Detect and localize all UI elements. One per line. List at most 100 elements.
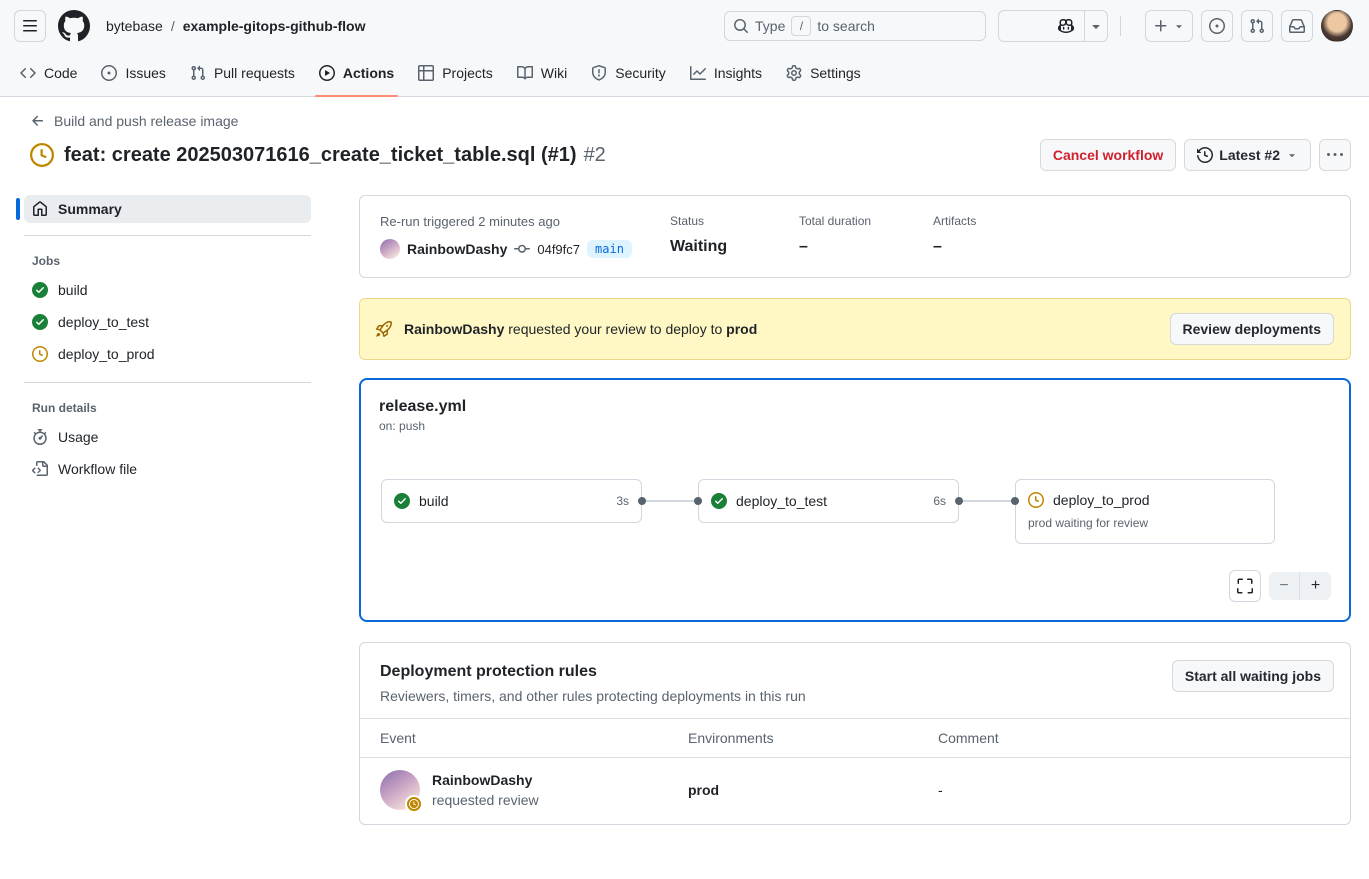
review-deployments-button[interactable]: Review deployments: [1170, 313, 1335, 345]
artifacts-label: Artifacts: [933, 214, 976, 228]
run-options-button[interactable]: [1319, 139, 1351, 171]
copilot-icon: [1058, 18, 1074, 34]
back-to-workflow-link[interactable]: Build and push release image: [30, 113, 238, 129]
sidebar-usage-label: Usage: [58, 429, 98, 445]
column-header-environments: Environments: [688, 730, 938, 746]
kebab-horizontal-icon: [1327, 147, 1343, 163]
graph-edge: [959, 500, 1015, 502]
node-duration: 6s: [933, 494, 946, 508]
copilot-dropdown-button[interactable]: [1085, 11, 1107, 41]
workflow-graph-canvas[interactable]: build 3s deploy_to_test 6s deploy_to_pro…: [379, 479, 1331, 544]
header-divider: [1120, 16, 1121, 36]
breadcrumb-repo[interactable]: example-gitops-github-flow: [183, 18, 366, 34]
sidebar-job-build[interactable]: build: [16, 274, 311, 306]
cancel-workflow-button[interactable]: Cancel workflow: [1040, 139, 1176, 171]
commit-sha-link[interactable]: 04f9fc7: [537, 242, 580, 257]
graph-node-deploy-to-test[interactable]: deploy_to_test 6s: [698, 479, 959, 523]
sidebar-summary-label: Summary: [58, 201, 122, 217]
trigger-text: Re-run triggered 2 minutes ago: [380, 214, 670, 229]
rocket-icon: [376, 321, 392, 337]
arrow-left-icon: [30, 113, 46, 129]
status-label: Status: [670, 214, 799, 228]
check-circle-icon: [394, 493, 410, 509]
review-request-banner: RainbowDashy requested your review to de…: [359, 298, 1351, 360]
tab-pull-requests[interactable]: Pull requests: [178, 50, 307, 96]
tab-label: Actions: [343, 65, 394, 81]
actor-name[interactable]: RainbowDashy: [407, 241, 507, 257]
tab-security[interactable]: Security: [579, 50, 678, 96]
row-actor-name[interactable]: RainbowDashy: [432, 772, 539, 788]
code-icon: [20, 65, 36, 81]
duration-value: –: [799, 238, 933, 256]
check-circle-icon: [32, 282, 48, 298]
file-code-icon: [32, 461, 48, 477]
pull-requests-button[interactable]: [1241, 10, 1273, 42]
branch-badge[interactable]: main: [587, 240, 632, 258]
reviewer-avatar[interactable]: [380, 770, 420, 810]
tab-code[interactable]: Code: [8, 50, 89, 96]
hamburger-menu-button[interactable]: [14, 10, 46, 42]
workflow-trigger: on: push: [379, 419, 1331, 433]
artifacts-value: –: [933, 238, 976, 256]
search-input[interactable]: Type / to search: [724, 11, 986, 41]
sidebar-item-workflow-file[interactable]: Workflow file: [16, 453, 311, 485]
header-actions: [1145, 10, 1353, 42]
jobs-heading: Jobs: [16, 248, 311, 274]
check-circle-icon: [711, 493, 727, 509]
run-status-card: Re-run triggered 2 minutes ago RainbowDa…: [359, 195, 1351, 278]
deployment-protection-card: Deployment protection rules Reviewers, t…: [359, 642, 1351, 825]
git-pull-request-icon: [1249, 18, 1265, 34]
run-header: Build and push release image feat: creat…: [0, 97, 1369, 171]
job-label: deploy_to_prod: [58, 346, 155, 362]
app-header: bytebase / example-gitops-github-flow Ty…: [0, 0, 1369, 97]
user-avatar[interactable]: [1321, 10, 1353, 42]
protection-table-header: Event Environments Comment: [360, 718, 1350, 758]
workflow-file-name: release.yml: [379, 398, 1331, 416]
tab-actions[interactable]: Actions: [307, 50, 406, 96]
review-request-text: RainbowDashy requested your review to de…: [404, 321, 757, 337]
zoom-in-button[interactable]: +: [1300, 572, 1331, 600]
job-label: deploy_to_test: [58, 314, 149, 330]
actor-avatar[interactable]: [380, 239, 400, 259]
git-commit-icon: [514, 241, 530, 257]
graph-node-build[interactable]: build 3s: [381, 479, 642, 523]
notifications-button[interactable]: [1281, 10, 1313, 42]
copilot-split-button: [998, 10, 1108, 42]
breadcrumb-org[interactable]: bytebase: [106, 18, 163, 34]
tab-projects[interactable]: Projects: [406, 50, 505, 96]
active-indicator-bar: [16, 198, 20, 220]
clock-badge-icon: [405, 795, 423, 813]
sidebar-divider: [24, 235, 311, 236]
github-logo-icon[interactable]: [58, 10, 90, 42]
plus-icon: [1153, 18, 1169, 34]
sidebar-job-deploy-to-test[interactable]: deploy_to_test: [16, 306, 311, 338]
sidebar-item-summary[interactable]: Summary: [24, 195, 311, 223]
graph-node-deploy-to-prod[interactable]: deploy_to_prod prod waiting for review: [1015, 479, 1275, 544]
sidebar-job-deploy-to-prod[interactable]: deploy_to_prod: [16, 338, 311, 370]
git-pull-request-icon: [190, 65, 206, 81]
shield-icon: [591, 65, 607, 81]
tab-label: Pull requests: [214, 65, 295, 81]
tab-issues[interactable]: Issues: [89, 50, 177, 96]
row-comment: -: [938, 782, 1330, 798]
latest-run-label: Latest #2: [1219, 147, 1280, 163]
tab-label: Insights: [714, 65, 762, 81]
sidebar-item-usage[interactable]: Usage: [16, 421, 311, 453]
fullscreen-button[interactable]: [1229, 570, 1261, 602]
start-all-waiting-jobs-button[interactable]: Start all waiting jobs: [1172, 660, 1334, 692]
run-number: #2: [584, 144, 606, 167]
zoom-out-button[interactable]: −: [1269, 572, 1300, 600]
tab-wiki[interactable]: Wiki: [505, 50, 579, 96]
tab-settings[interactable]: Settings: [774, 50, 873, 96]
create-new-button[interactable]: [1145, 10, 1193, 42]
copilot-button[interactable]: [1047, 11, 1085, 41]
tab-insights[interactable]: Insights: [678, 50, 774, 96]
issue-opened-icon: [101, 65, 117, 81]
issues-button[interactable]: [1201, 10, 1233, 42]
tab-label: Settings: [810, 65, 861, 81]
tab-label: Wiki: [541, 65, 567, 81]
history-icon: [1197, 147, 1213, 163]
sidebar-workflow-file-label: Workflow file: [58, 461, 137, 477]
slash-key-badge: /: [791, 16, 811, 36]
latest-run-button[interactable]: Latest #2: [1184, 139, 1311, 171]
